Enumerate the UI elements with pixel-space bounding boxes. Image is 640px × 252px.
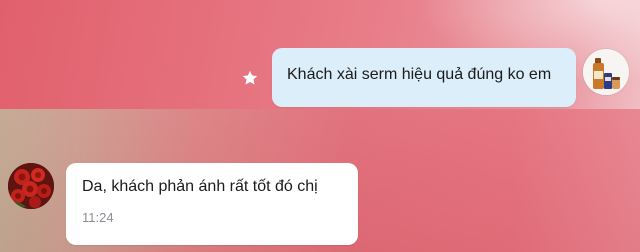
contact-avatar[interactable] [8, 163, 54, 209]
red-roses-avatar-icon [8, 163, 54, 209]
incoming-message-bubble[interactable]: Da, khách phản ánh rất tốt đó chị 11:24 [66, 163, 358, 245]
sender-avatar[interactable] [583, 49, 629, 95]
outgoing-message-bubble[interactable]: Khách xài serm hiệu quả đúng ko em [272, 48, 576, 107]
outgoing-message-text: Khách xài serm hiệu quả đúng ko em [287, 66, 552, 83]
incoming-message-text: Da, khách phản ánh rất tốt đó chị [82, 178, 318, 195]
star-icon[interactable] [241, 69, 259, 87]
product-bottles-avatar-icon [583, 49, 629, 95]
message-timestamp: 11:24 [82, 210, 114, 225]
